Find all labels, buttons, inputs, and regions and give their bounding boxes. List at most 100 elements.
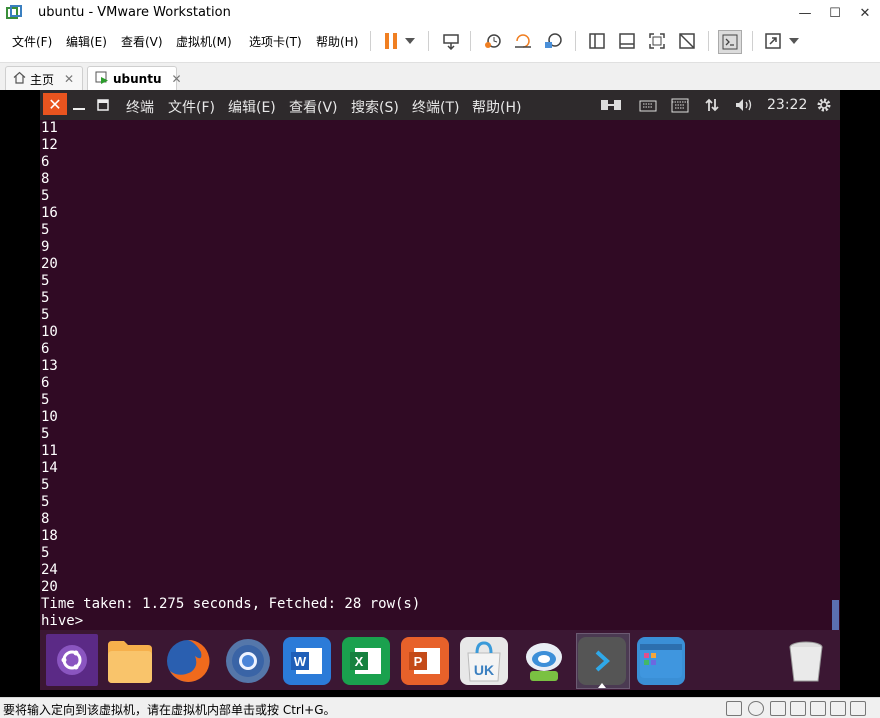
menu-edit[interactable]: 编辑(E) [66,33,107,50]
menu-view[interactable]: 查看(V) [121,33,163,50]
panel-menu-view[interactable]: 查看(V) [289,97,338,117]
wps-presentation-icon[interactable]: P [401,637,449,685]
hard-disk-status-icon[interactable] [726,701,742,716]
terminal-line: 5 [41,290,50,306]
message-status-icon[interactable] [850,701,866,716]
terminal-line: 12 [41,137,58,153]
unity-mode-icon[interactable] [676,30,698,52]
tab-bar: 主页 ✕ ubuntu ✕ [0,62,880,91]
terminal-line: 20 [41,256,58,272]
trash-icon[interactable] [782,637,830,685]
settings-gear-icon[interactable] [814,95,834,115]
menu-help[interactable]: 帮助(H) [316,33,358,50]
vm-running-icon [95,71,109,88]
terminal-line: 6 [41,154,50,170]
ubuntu-launcher-icon[interactable] [46,634,98,686]
keyboard-indicator-icon[interactable] [638,95,658,115]
terminal-line: 8 [41,511,50,527]
thumbnail-view-icon[interactable] [616,30,638,52]
panel-menu-terminal-t[interactable]: 终端(T) [412,97,459,117]
terminal-line: 5 [41,307,50,323]
minimize-icon[interactable] [72,95,86,115]
stretch-guest-icon[interactable] [762,30,784,52]
guest-top-panel: ✕ 终端 文件(F) 编辑(E) 查看(V) 搜索(S) 终端(T) 帮助(H)… [40,90,840,120]
terminal-line: Time taken: 1.275 seconds, Fetched: 28 r… [41,596,421,612]
menu-vm[interactable]: 虚拟机(M) [176,33,232,50]
panel-menu-terminal[interactable]: 终端 [126,97,154,117]
terminal-line: 5 [41,426,50,442]
terminal-scrollbar[interactable] [832,600,839,630]
tab-ubuntu-label: ubuntu [113,72,162,86]
status-message: 要将输入定向到该虚拟机，请在虚拟机内部单击或按 Ctrl+G。 [3,703,336,717]
terminal-line: 9 [41,239,50,255]
library-view-icon[interactable] [586,30,608,52]
close-icon[interactable]: ✕ [43,93,67,115]
svg-text:W: W [294,654,307,669]
sound-status-icon[interactable] [810,701,826,716]
volume-indicator-icon[interactable] [733,95,755,115]
terminal-line: 11 [41,443,58,459]
terminal-line: 24 [41,562,58,578]
terminal-line: 5 [41,222,50,238]
terminal-line: 10 [41,324,58,340]
terminal-output: 11 12 6 8 5 16 5 9 20 5 5 5 10 6 13 6 5 10 5 11 14 5 5 8 18 5 24 20… [41,120,420,630]
snapshot-manager-icon[interactable] [542,30,564,52]
ubuntu-kylin-software-center-icon[interactable]: UK [460,637,508,685]
panel-menu-help[interactable]: 帮助(H) [472,97,521,117]
usb-status-icon[interactable] [790,701,806,716]
wps-writer-icon[interactable]: W [283,637,331,685]
workspace-switcher-icon[interactable] [637,637,685,685]
fullscreen-icon[interactable] [646,30,668,52]
close-tab-icon[interactable]: ✕ [172,72,182,86]
panel-menu-search[interactable]: 搜索(S) [351,97,399,117]
close-window-button[interactable]: ✕ [850,0,880,26]
terminal-line: hive> [41,613,84,629]
display-status-icon[interactable] [830,701,846,716]
panel-clock[interactable]: 23:22 [767,97,807,113]
terminal-line: 13 [41,358,58,374]
revert-snapshot-icon[interactable] [512,30,534,52]
terminal-line: 5 [41,494,50,510]
terminal-line: 5 [41,188,50,204]
terminal-icon[interactable] [578,637,626,685]
svg-text:P: P [414,654,423,669]
vmware-app-icon [6,5,22,19]
close-tab-icon[interactable]: ✕ [64,72,74,86]
active-indicator-icon [598,683,606,688]
tab-ubuntu[interactable]: ubuntu ✕ [87,66,182,91]
wps-spreadsheets-icon[interactable]: X [342,637,390,685]
stretch-dropdown-icon[interactable] [786,30,802,52]
menu-file[interactable]: 文件(F) [12,33,52,50]
window-title: ubuntu - VMware Workstation [38,5,231,20]
calendar-indicator-icon[interactable] [670,95,690,115]
pause-icon[interactable] [380,30,402,52]
snapshot-icon[interactable] [482,30,504,52]
firefox-icon[interactable] [164,637,212,685]
terminal-line: 16 [41,205,58,221]
terminal-window[interactable]: 11 12 6 8 5 16 5 9 20 5 5 5 10 6 13 6 5 10 5 11 14 5 5 8 18 5 24 20… [40,120,840,630]
terminal-line: 8 [41,171,50,187]
files-folder-icon[interactable] [106,637,154,685]
panel-menu-edit[interactable]: 编辑(E) [228,97,276,117]
vm-display[interactable]: ✕ 终端 文件(F) 编辑(E) 查看(V) 搜索(S) 终端(T) 帮助(H)… [0,90,880,697]
tab-home[interactable]: 主页 ✕ [5,66,83,91]
panel-menu-file[interactable]: 文件(F) [168,97,215,117]
maximize-button[interactable]: ☐ [820,0,850,26]
restore-icon[interactable] [96,95,110,115]
transfer-indicator-icon[interactable] [702,95,722,115]
menu-tabs[interactable]: 选项卡(T) [249,33,302,50]
console-view-icon[interactable] [718,30,742,54]
svg-text:UK: UK [474,662,494,678]
cd-rom-status-icon[interactable] [748,701,764,716]
terminal-line: 6 [41,375,50,391]
terminal-line: 6 [41,341,50,357]
home-icon [13,71,26,87]
network-indicator-icon[interactable] [600,95,622,115]
network-status-icon[interactable] [770,701,786,716]
minimize-button[interactable]: — [790,0,820,26]
system-tool-icon[interactable] [520,637,568,685]
power-dropdown-icon[interactable] [402,30,418,52]
chromium-icon[interactable] [224,637,272,685]
send-keys-icon[interactable] [440,30,462,52]
terminal-line: 5 [41,545,50,561]
